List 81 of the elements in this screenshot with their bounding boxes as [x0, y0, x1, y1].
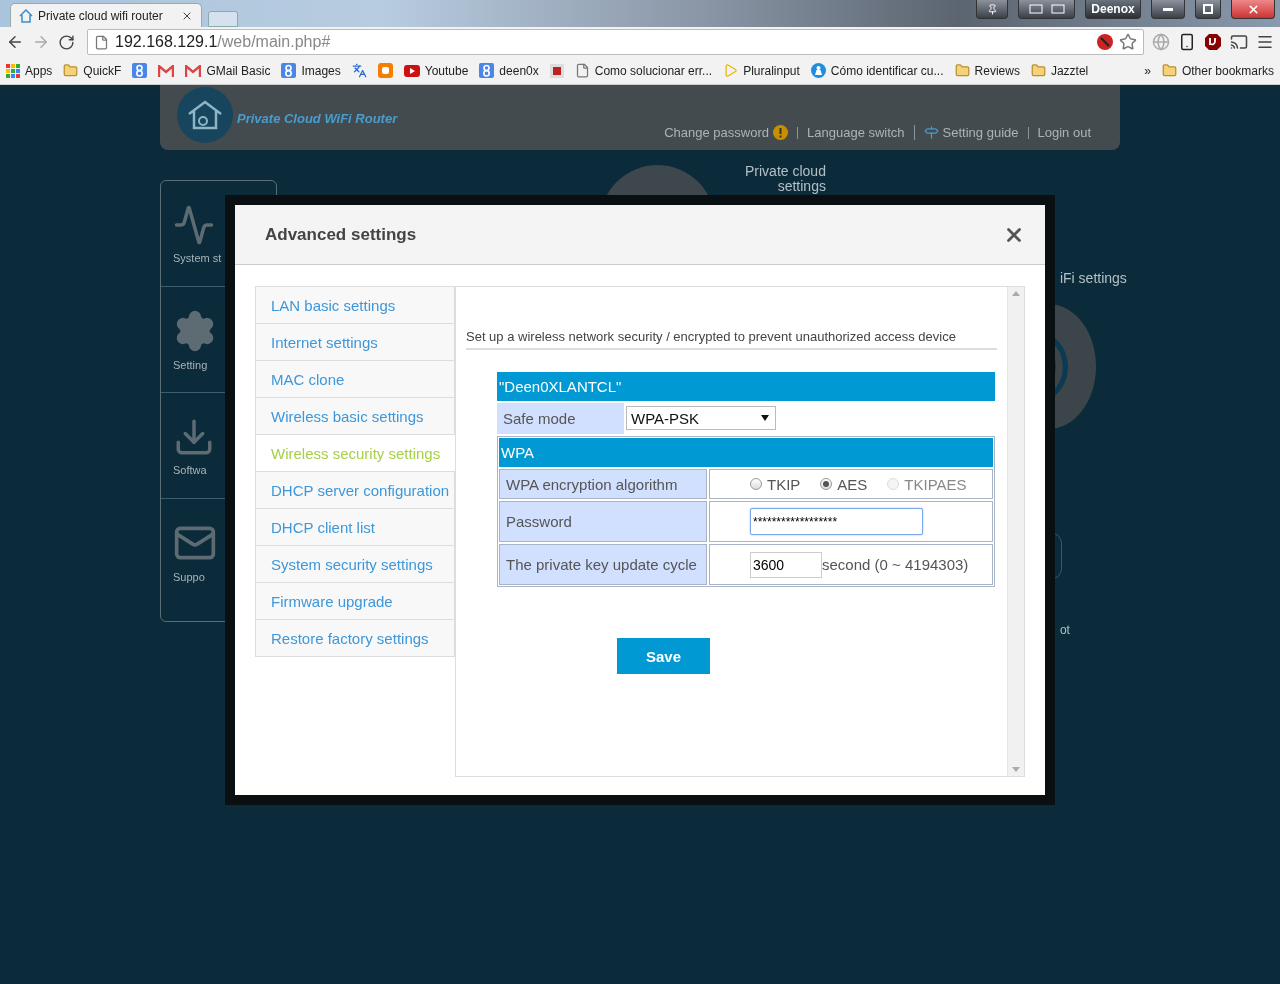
maximize-icon — [1203, 4, 1213, 14]
play-icon — [723, 63, 739, 78]
bookmarks-overflow[interactable]: » — [1144, 63, 1151, 78]
header-link[interactable]: Login out — [1027, 126, 1100, 139]
bookmark[interactable]: Como solucionar err... — [574, 63, 713, 78]
alert-icon — [773, 125, 788, 140]
back-icon[interactable] — [6, 33, 24, 51]
house-icon — [19, 8, 33, 23]
windows-icon — [1028, 4, 1065, 14]
phone-icon[interactable] — [1178, 33, 1196, 51]
mail-icon[interactable] — [158, 64, 175, 77]
folder-icon — [1030, 63, 1046, 78]
youtube-icon — [403, 64, 420, 77]
tile-title: Private cloud — [745, 164, 826, 179]
radio-option[interactable]: TKIP — [750, 475, 801, 493]
translate-icon[interactable] — [351, 63, 367, 78]
caret-icon — [761, 415, 769, 421]
minimize-button[interactable] — [1151, 0, 1185, 19]
tile-title: iFi settings — [1059, 270, 1127, 286]
close-icon — [1246, 2, 1260, 16]
side-nav-label[interactable]: Suppo — [173, 571, 205, 583]
pin-button[interactable] — [976, 0, 1008, 19]
maximize-button[interactable] — [1195, 0, 1221, 19]
minimize-icon — [1163, 7, 1173, 11]
blogger-icon[interactable] — [377, 63, 393, 78]
logo-text: Private Cloud WiFi Router — [237, 111, 398, 126]
browser-tab[interactable]: Private cloud wifi router — [10, 3, 202, 27]
bookmark[interactable]: Reviews — [954, 63, 1020, 78]
safe-mode-select[interactable]: WPA-PSK — [626, 406, 776, 430]
header-link[interactable]: Language switch — [797, 126, 914, 139]
bookmark[interactable]: Cómo identificar cu... — [810, 63, 944, 78]
password-field[interactable]: ****************** — [750, 508, 923, 535]
page-icon — [574, 63, 590, 78]
address-bar[interactable]: 192.168.129.1/web/main.php# — [87, 29, 1144, 55]
side-nav-label[interactable]: Setting — [173, 358, 208, 371]
bookmark[interactable]: QuickF — [63, 63, 122, 78]
profile-name[interactable]: Deenox — [1085, 0, 1141, 19]
logo-icon — [177, 87, 233, 143]
tile-title: ot — [1059, 623, 1070, 637]
unit-text: second (0 ~ 4194303) — [822, 556, 969, 573]
mail-icon[interactable] — [185, 64, 202, 77]
signpost-icon — [923, 125, 939, 140]
bookmark[interactable]: Youtube — [403, 63, 469, 78]
side-nav-label[interactable]: Softwa — [173, 463, 207, 476]
pdf-icon[interactable] — [549, 63, 564, 78]
apps-icon — [6, 63, 20, 78]
network-name: "Deen0XLANTCL" — [497, 372, 995, 401]
bookmark[interactable]: Other bookmarks — [1161, 63, 1274, 78]
star-icon[interactable] — [1119, 33, 1137, 51]
section-header: WPA — [499, 438, 993, 467]
bookmark[interactable]: GMail Basic — [185, 63, 271, 78]
page-icon — [94, 34, 109, 50]
pin-icon — [986, 3, 998, 15]
close-window-button[interactable] — [1231, 0, 1275, 19]
field-label: Safe mode — [497, 403, 624, 434]
field-label: The private key update cycle — [499, 544, 707, 585]
header-link[interactable]: Setting guide — [913, 125, 1028, 140]
tile-title: settings — [777, 179, 826, 194]
cast-icon[interactable] — [1230, 33, 1248, 51]
header-link[interactable]: Change password — [655, 125, 797, 140]
bookmark[interactable]: Apps — [6, 63, 53, 78]
blocked-icon — [1097, 34, 1113, 50]
side-nav-label[interactable]: System st — [173, 251, 222, 264]
folder-icon — [954, 63, 970, 78]
description: Set up a wireless network security / encrypted to prevent unauthorized access device — [466, 329, 997, 350]
person-icon — [810, 63, 826, 78]
reload-icon[interactable] — [58, 33, 75, 51]
key-cycle-field[interactable]: 3600 — [750, 551, 822, 578]
radio-option[interactable]: AES — [820, 475, 868, 493]
dialog-title: Advanced settings — [265, 224, 418, 245]
field-label: WPA encryption algorithm — [499, 469, 707, 499]
window-layout-button[interactable] — [1018, 0, 1075, 19]
bookmark[interactable]: Images — [281, 63, 341, 78]
bookmark[interactable]: Pluralinput — [723, 63, 800, 78]
field-label: Password — [499, 501, 707, 542]
pulse-icon — [173, 203, 215, 246]
menu-icon[interactable] — [1256, 33, 1274, 51]
folder-icon — [1161, 63, 1177, 78]
bookmark[interactable]: Jazztel — [1030, 63, 1089, 78]
bookmark[interactable]: deen0x — [479, 63, 539, 78]
folder-icon — [63, 63, 79, 78]
